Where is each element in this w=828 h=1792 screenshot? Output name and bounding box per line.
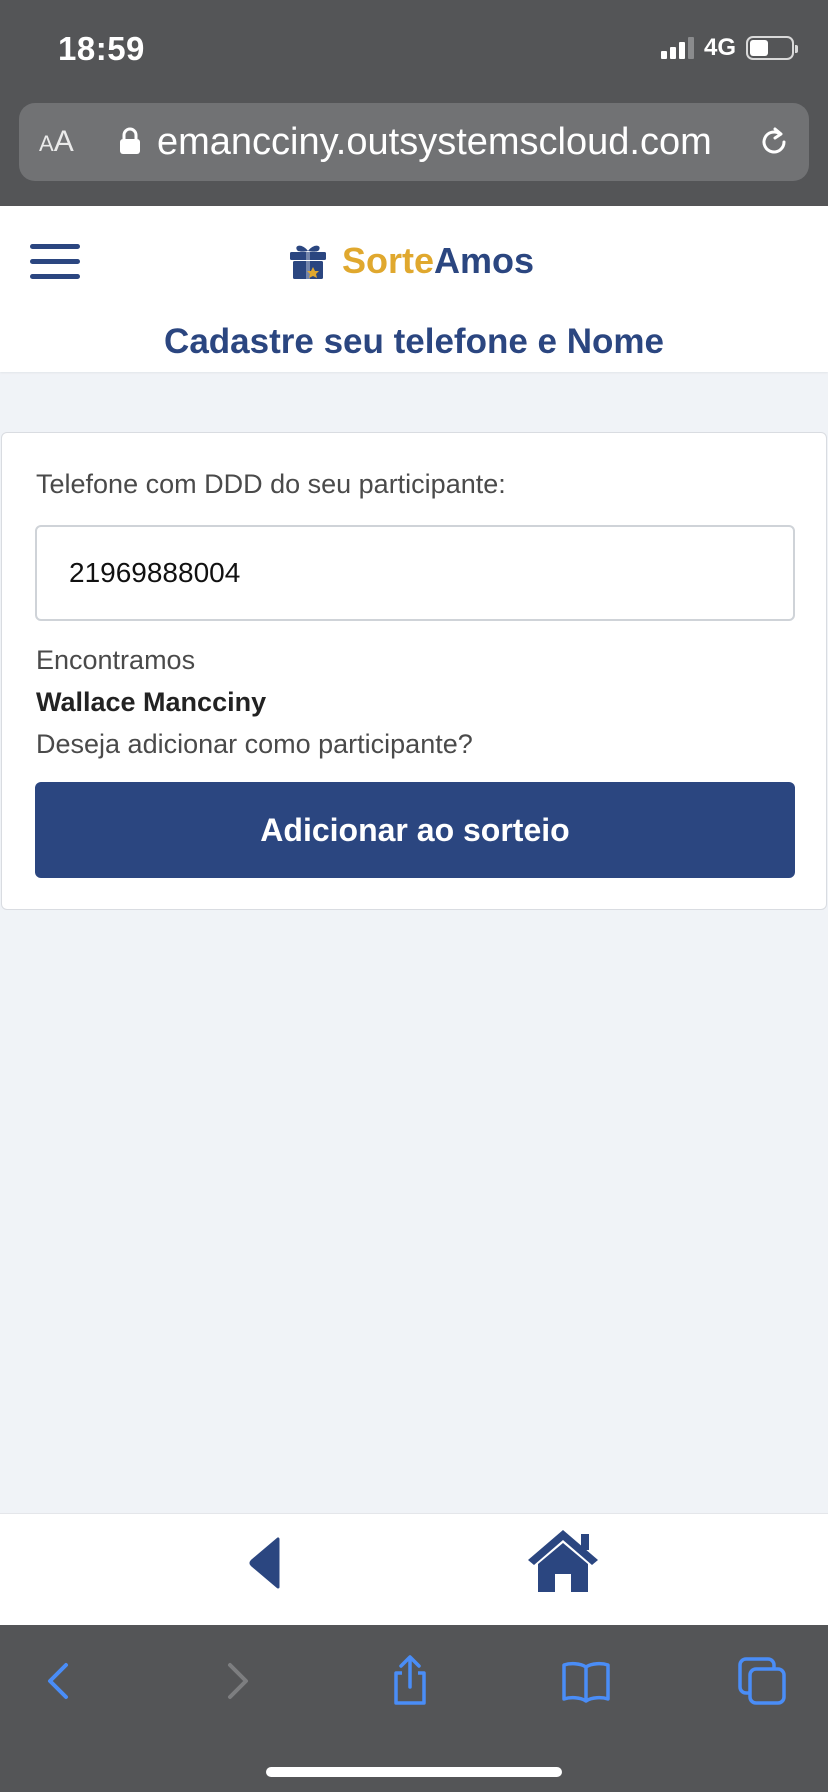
network-type: 4G: [703, 34, 736, 61]
page-title: Cadastre seu telefone e Nome: [164, 322, 664, 361]
status-time: 18:59: [58, 30, 145, 67]
url-text[interactable]: emancciny.outsystemscloud.com: [157, 121, 737, 164]
battery-icon: [746, 36, 798, 60]
participant-card: Telefone com DDD do seu participante: En…: [1, 432, 827, 910]
browser-toolbar: [0, 1625, 828, 1792]
address-bar[interactable]: AA emancciny.outsystemscloud.com: [19, 103, 809, 181]
add-question: Deseja adicionar como participante?: [36, 729, 473, 759]
app-header: SorteAmos Cadastre seu telefone e Nome: [0, 206, 828, 372]
book-icon[interactable]: [560, 1655, 612, 1707]
gift-icon: [290, 245, 326, 279]
hamburger-icon[interactable]: [30, 244, 80, 284]
triangle-left-icon[interactable]: [248, 1535, 282, 1591]
signal-icon: [660, 37, 694, 59]
brand-name: SorteAmos: [342, 240, 535, 281]
phone-input[interactable]: [35, 525, 795, 621]
home-indicator[interactable]: [266, 1767, 562, 1777]
brand-logo[interactable]: SorteAmos: [288, 240, 534, 282]
phone-label: Telefone com DDD do seu participante:: [36, 469, 506, 499]
chevron-left-icon[interactable]: [34, 1655, 86, 1707]
participant-name: Wallace Mancciny: [36, 687, 267, 717]
add-to-draw-button[interactable]: Adicionar ao sorteio: [35, 782, 795, 878]
home-icon[interactable]: [524, 1526, 602, 1594]
reader-text-size-button[interactable]: AA: [39, 125, 74, 159]
app-bottom-nav: [0, 1513, 828, 1625]
browser-top-bar: 18:59 4G AA emancciny.outsystemscloud.co…: [0, 0, 828, 206]
share-icon[interactable]: [384, 1655, 436, 1707]
found-text: Encontramos: [36, 645, 196, 675]
status-indicators: 4G: [660, 34, 798, 62]
tabs-icon[interactable]: [736, 1655, 788, 1707]
chevron-right-icon[interactable]: [210, 1655, 262, 1707]
lock-icon: [120, 127, 140, 154]
reload-icon[interactable]: [757, 125, 791, 159]
